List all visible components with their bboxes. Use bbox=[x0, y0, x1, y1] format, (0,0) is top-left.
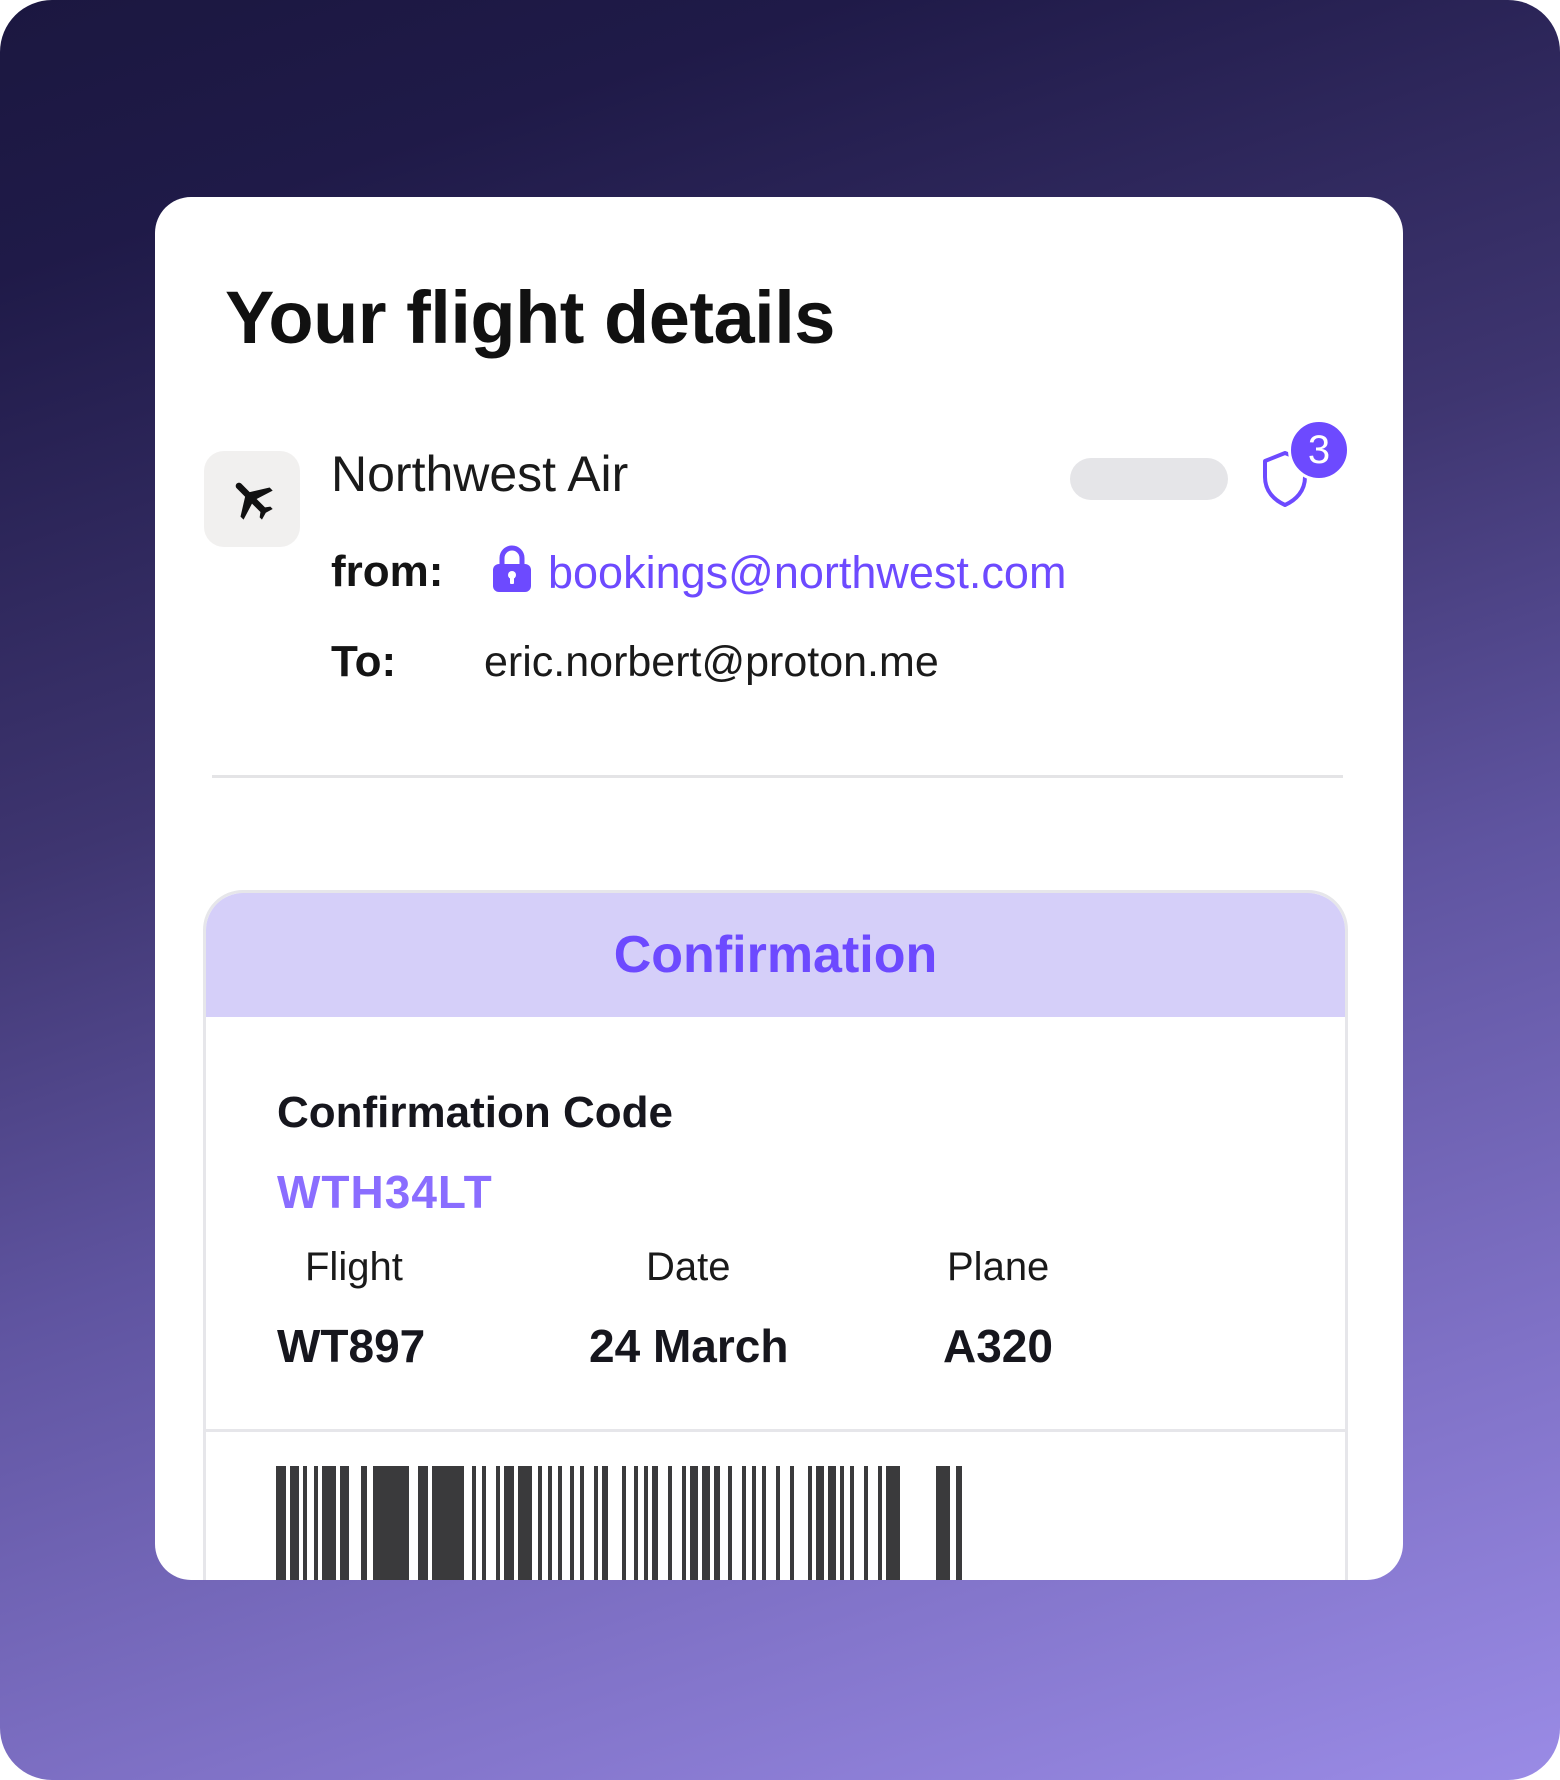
barcode-bar bbox=[290, 1466, 299, 1580]
sender-name: Northwest Air bbox=[331, 446, 629, 502]
barcode-bar bbox=[886, 1466, 900, 1580]
background: Your flight details Northwest Air 3 from… bbox=[0, 0, 1560, 1780]
barcode-bar bbox=[570, 1466, 574, 1580]
plane-label: Plane bbox=[947, 1245, 1050, 1289]
barcode-bar bbox=[828, 1466, 836, 1580]
barcode-bar bbox=[594, 1466, 598, 1580]
barcode-bar bbox=[682, 1466, 686, 1580]
barcode-bar bbox=[432, 1466, 464, 1580]
to-label: To: bbox=[331, 637, 397, 686]
barcode-bar bbox=[361, 1466, 367, 1580]
barcode-bar bbox=[668, 1466, 672, 1580]
sender-avatar bbox=[204, 451, 300, 547]
confirmation-header: Confirmation bbox=[206, 893, 1345, 1017]
barcode-bar bbox=[816, 1466, 824, 1580]
barcode-bar bbox=[936, 1466, 950, 1580]
plane-value: A320 bbox=[943, 1320, 1053, 1372]
barcode-bar bbox=[496, 1466, 500, 1580]
lock-icon bbox=[493, 545, 531, 592]
flight-value: WT897 bbox=[277, 1320, 426, 1372]
barcode-bar bbox=[864, 1466, 868, 1580]
barcode-bar bbox=[303, 1466, 307, 1580]
barcode-bar bbox=[580, 1466, 584, 1580]
barcode-bar bbox=[742, 1466, 746, 1580]
barcode-bar bbox=[808, 1466, 812, 1580]
barcode-bar bbox=[472, 1466, 476, 1580]
confirmation-code-label: Confirmation Code bbox=[277, 1088, 673, 1137]
barcode-bar bbox=[790, 1466, 794, 1580]
barcode-bar bbox=[840, 1466, 844, 1580]
barcode-bar bbox=[702, 1466, 710, 1580]
barcode-bar bbox=[652, 1466, 658, 1580]
barcode-bar bbox=[762, 1466, 766, 1580]
barcode-bar bbox=[548, 1466, 552, 1580]
airplane-icon bbox=[235, 482, 273, 520]
barcode-bar bbox=[340, 1466, 349, 1580]
barcode-bar bbox=[850, 1466, 854, 1580]
barcode-bar bbox=[276, 1466, 286, 1580]
confirmation-code-value: WTH34LT bbox=[277, 1166, 493, 1218]
divider bbox=[212, 775, 1343, 778]
barcode-bar bbox=[518, 1466, 532, 1580]
flight-label: Flight bbox=[305, 1245, 403, 1289]
barcode bbox=[276, 1466, 962, 1580]
barcode-bar bbox=[538, 1466, 542, 1580]
barcode-bar bbox=[602, 1466, 608, 1580]
barcode-bar bbox=[622, 1466, 626, 1580]
barcode-bar bbox=[418, 1466, 428, 1580]
date-label: Date bbox=[646, 1245, 731, 1289]
barcode-bar bbox=[714, 1466, 720, 1580]
barcode-bar bbox=[776, 1466, 780, 1580]
barcode-bar bbox=[728, 1466, 732, 1580]
email-card: Your flight details Northwest Air 3 from… bbox=[155, 197, 1403, 1580]
barcode-bar bbox=[373, 1466, 409, 1580]
to-address: eric.norbert@proton.me bbox=[484, 638, 939, 686]
barcode-bar bbox=[752, 1466, 756, 1580]
barcode-bar bbox=[504, 1466, 514, 1580]
barcode-bar bbox=[322, 1466, 336, 1580]
page-title: Your flight details bbox=[225, 276, 835, 359]
from-label: from: bbox=[331, 547, 444, 596]
barcode-bar bbox=[482, 1466, 486, 1580]
barcode-bar bbox=[690, 1466, 698, 1580]
date-value: 24 March bbox=[589, 1320, 789, 1372]
barcode-bar bbox=[558, 1466, 562, 1580]
barcode-bar bbox=[634, 1466, 638, 1580]
confirmation-divider bbox=[206, 1429, 1345, 1432]
from-address-link[interactable]: bookings@northwest.com bbox=[548, 547, 1066, 599]
barcode-bar bbox=[956, 1466, 962, 1580]
barcode-bar bbox=[644, 1466, 648, 1580]
barcode-bar bbox=[314, 1466, 318, 1580]
placeholder-pill bbox=[1070, 458, 1228, 500]
security-badge: 3 bbox=[1288, 419, 1350, 481]
confirmation-panel: Confirmation Confirmation Code WTH34LT F… bbox=[203, 890, 1348, 1580]
barcode-bar bbox=[878, 1466, 882, 1580]
